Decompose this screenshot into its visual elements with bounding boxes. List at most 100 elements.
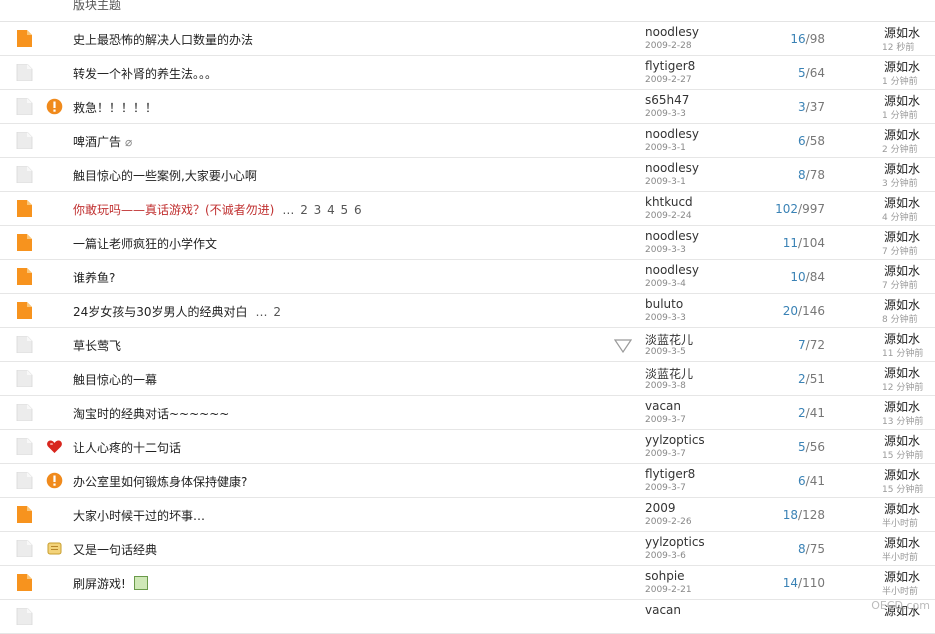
last-poster-link[interactable]: 源如水 [884,432,920,449]
thread-title-link[interactable]: 办公室里如何锻炼身体保持健康? [73,473,247,490]
last-poster-link[interactable]: 源如水 [884,24,920,41]
author-link[interactable]: noodlesy [645,127,699,141]
post-date: 2009-2-24 [645,211,692,221]
reply-count: 2 [798,372,806,386]
thread-title-link[interactable]: 一篇让老师疯狂的小学作文 [73,235,217,252]
author-link[interactable]: vacan [645,603,681,617]
post-date: 2009-3-7 [645,449,686,459]
last-poster-link[interactable]: 源如水 [884,126,920,143]
thread-title-link[interactable]: 淘宝时的经典对话~~~~~~ [73,405,229,422]
last-poster-link[interactable]: 源如水 [884,330,920,347]
thread-title-link[interactable]: 24岁女孩与30岁男人的经典对白 … 2 [73,303,282,320]
last-poster-link[interactable]: 源如水 [884,466,920,483]
thread-title-text: 触目惊心的一些案例,大家要小心啊 [73,169,257,183]
reply-view-counts: 6/58 [798,134,825,148]
last-poster-link[interactable]: 源如水 [884,568,920,585]
last-poster-link[interactable]: 源如水 [884,160,920,177]
image-attachment-icon [133,576,148,590]
author-link[interactable]: s65h47 [645,93,689,107]
thread-title-link[interactable]: 又是一句话经典 [73,541,157,558]
last-poster-link[interactable]: 源如水 [884,364,920,381]
author-link[interactable]: buluto [645,297,683,311]
thread-title-link[interactable]: 转发一个补肾的养生法。。。 [73,65,217,82]
last-poster-link[interactable]: 源如水 [884,92,920,109]
thread-title-text: 史上最恐怖的解决人口数量的办法 [73,33,254,47]
thread-title-link[interactable]: 触目惊心的一些案例,大家要小心啊 [73,167,257,184]
last-post-time: 4 分钟前 [882,213,918,223]
last-poster-link[interactable]: 源如水 [884,534,920,551]
thread-row[interactable]: 办公室里如何锻炼身体保持健康? flytiger8 2009-3-7 6/41 源如水 1… [0,464,935,498]
author-link[interactable]: sohpie [645,569,685,583]
last-post-time: 13 分钟前 [882,417,924,427]
reply-count: 3 [798,100,806,114]
hot-thread-icon [16,234,33,251]
thread-title-link[interactable]: 啤酒广告 ⌀ [73,133,132,150]
author-link[interactable]: khtkucd [645,195,693,209]
thread-row[interactable]: 触目惊心的一幕 淡蓝花儿 2009-3-8 2/51 源如水 12 分钟前 [0,362,935,396]
thread-icon [16,472,33,489]
author-link[interactable]: noodlesy [645,25,699,39]
last-post-time: 7 分钟前 [882,247,918,257]
last-poster-link[interactable]: 源如水 [884,296,920,313]
author-link[interactable]: 淡蓝花儿 [645,331,693,348]
author-link[interactable]: flytiger8 [645,467,695,481]
thread-row[interactable]: 触目惊心的一些案例,大家要小心啊 noodlesy 2009-3-1 8/78 源如水 3… [0,158,935,192]
author-link[interactable]: noodlesy [645,229,699,243]
watermark: OECD.com [871,599,930,612]
thread-row[interactable]: 一篇让老师疯狂的小学作文 noodlesy 2009-3-3 11/104 源如水 7 分… [0,226,935,260]
last-poster-link[interactable]: 源如水 [884,194,920,211]
author-link[interactable]: yylzoptics [645,535,705,549]
thread-row[interactable]: 转发一个补肾的养生法。。。 flytiger8 2009-2-27 5/64 源如水 1 … [0,56,935,90]
thread-row[interactable]: 让人心疼的十二句话 yylzoptics 2009-3-7 5/56 源如水 15 分钟前 [0,430,935,464]
view-count: 41 [809,474,825,488]
reply-count: 11 [782,236,799,250]
thread-title-text: 办公室里如何锻炼身体保持健康? [73,475,248,489]
last-post-time: 11 分钟前 [882,349,924,359]
thread-row[interactable]: 救急！！！！！ s65h47 2009-3-3 3/37 源如水 1 分钟前 [0,90,935,124]
author-link[interactable]: flytiger8 [645,59,695,73]
author-link[interactable]: 淡蓝花儿 [645,365,693,382]
last-post-time: 8 分钟前 [882,315,918,325]
thread-row[interactable]: 淘宝时的经典对话~~~~~~ vacan 2009-3-7 2/41 源如水 13 分钟前 [0,396,935,430]
last-poster-link[interactable]: 源如水 [884,500,920,517]
thread-row[interactable]: 谁养鱼? noodlesy 2009-3-4 10/84 源如水 7 分钟前 [0,260,935,294]
heart-icon [46,438,63,455]
thread-row[interactable]: vacan 源如水 [0,600,935,634]
thread-row[interactable]: 草长莺飞 淡蓝花儿 2009-3-5 7/72 源如水 11 分钟前 [0,328,935,362]
thread-title-link[interactable]: 刷屏游戏! [73,575,148,592]
thread-row[interactable]: 你敢玩吗——真话游戏？(不诚者勿进) … 2 3 4 5 6 khtkucd 2009… [0,192,935,226]
last-post-time: 15 分钟前 [882,451,924,461]
thread-title-text: 草长莺飞 [73,339,122,353]
last-poster-link[interactable]: 源如水 [884,398,920,415]
page-links[interactable]: … 2 [256,305,282,319]
thread-title-link[interactable]: 让人心疼的十二句话 [73,439,181,456]
view-count: 58 [809,134,825,148]
author-link[interactable]: 2009 [645,501,676,515]
last-poster-link[interactable]: 源如水 [884,228,920,245]
reply-count: 14 [782,576,799,590]
thread-row[interactable]: 大家小时候干过的坏事… 2009 2009-2-26 18/128 源如水 半小时前 [0,498,935,532]
last-poster-link[interactable]: 源如水 [884,262,920,279]
thread-title-link[interactable]: 谁养鱼? [73,269,115,286]
last-poster-link[interactable]: 源如水 [884,58,920,75]
thread-row[interactable]: 史上最恐怖的解决人口数量的办法 noodlesy 2009-2-28 16/98 源如水… [0,22,935,56]
thread-title-link[interactable]: 救急！！！！！ [73,99,157,116]
thread-row[interactable]: 24岁女孩与30岁男人的经典对白 … 2 buluto 2009-3-3 20/146 源… [0,294,935,328]
thread-title-link[interactable]: 史上最恐怖的解决人口数量的办法 [73,31,253,48]
thread-title-link[interactable]: 触目惊心的一幕 [73,371,157,388]
author-link[interactable]: yylzoptics [645,433,705,447]
author-link[interactable]: vacan [645,399,681,413]
author-link[interactable]: noodlesy [645,161,699,175]
thread-row[interactable]: 又是一句话经典 yylzoptics 2009-3-6 8/75 源如水 半小时前 [0,532,935,566]
thread-title-link[interactable]: 你敢玩吗——真话游戏？(不诚者勿进) … 2 3 4 5 6 [73,201,363,218]
page-links[interactable]: … 2 3 4 5 6 [282,203,362,217]
thread-row[interactable]: 啤酒广告 ⌀ noodlesy 2009-3-1 6/58 源如水 2 分钟前 [0,124,935,158]
thread-title-link[interactable]: 大家小时候干过的坏事… [73,507,205,524]
rating-icon [613,338,633,357]
thread-row[interactable]: 刷屏游戏! sohpie 2009-2-21 14/110 源如水 半小时前 [0,566,935,600]
thread-title-link[interactable]: 草长莺飞 [73,337,121,354]
view-count: 51 [809,372,825,386]
author-link[interactable]: noodlesy [645,263,699,277]
reply-view-counts: 102/997 [775,202,825,216]
last-post-time: 15 分钟前 [882,485,924,495]
